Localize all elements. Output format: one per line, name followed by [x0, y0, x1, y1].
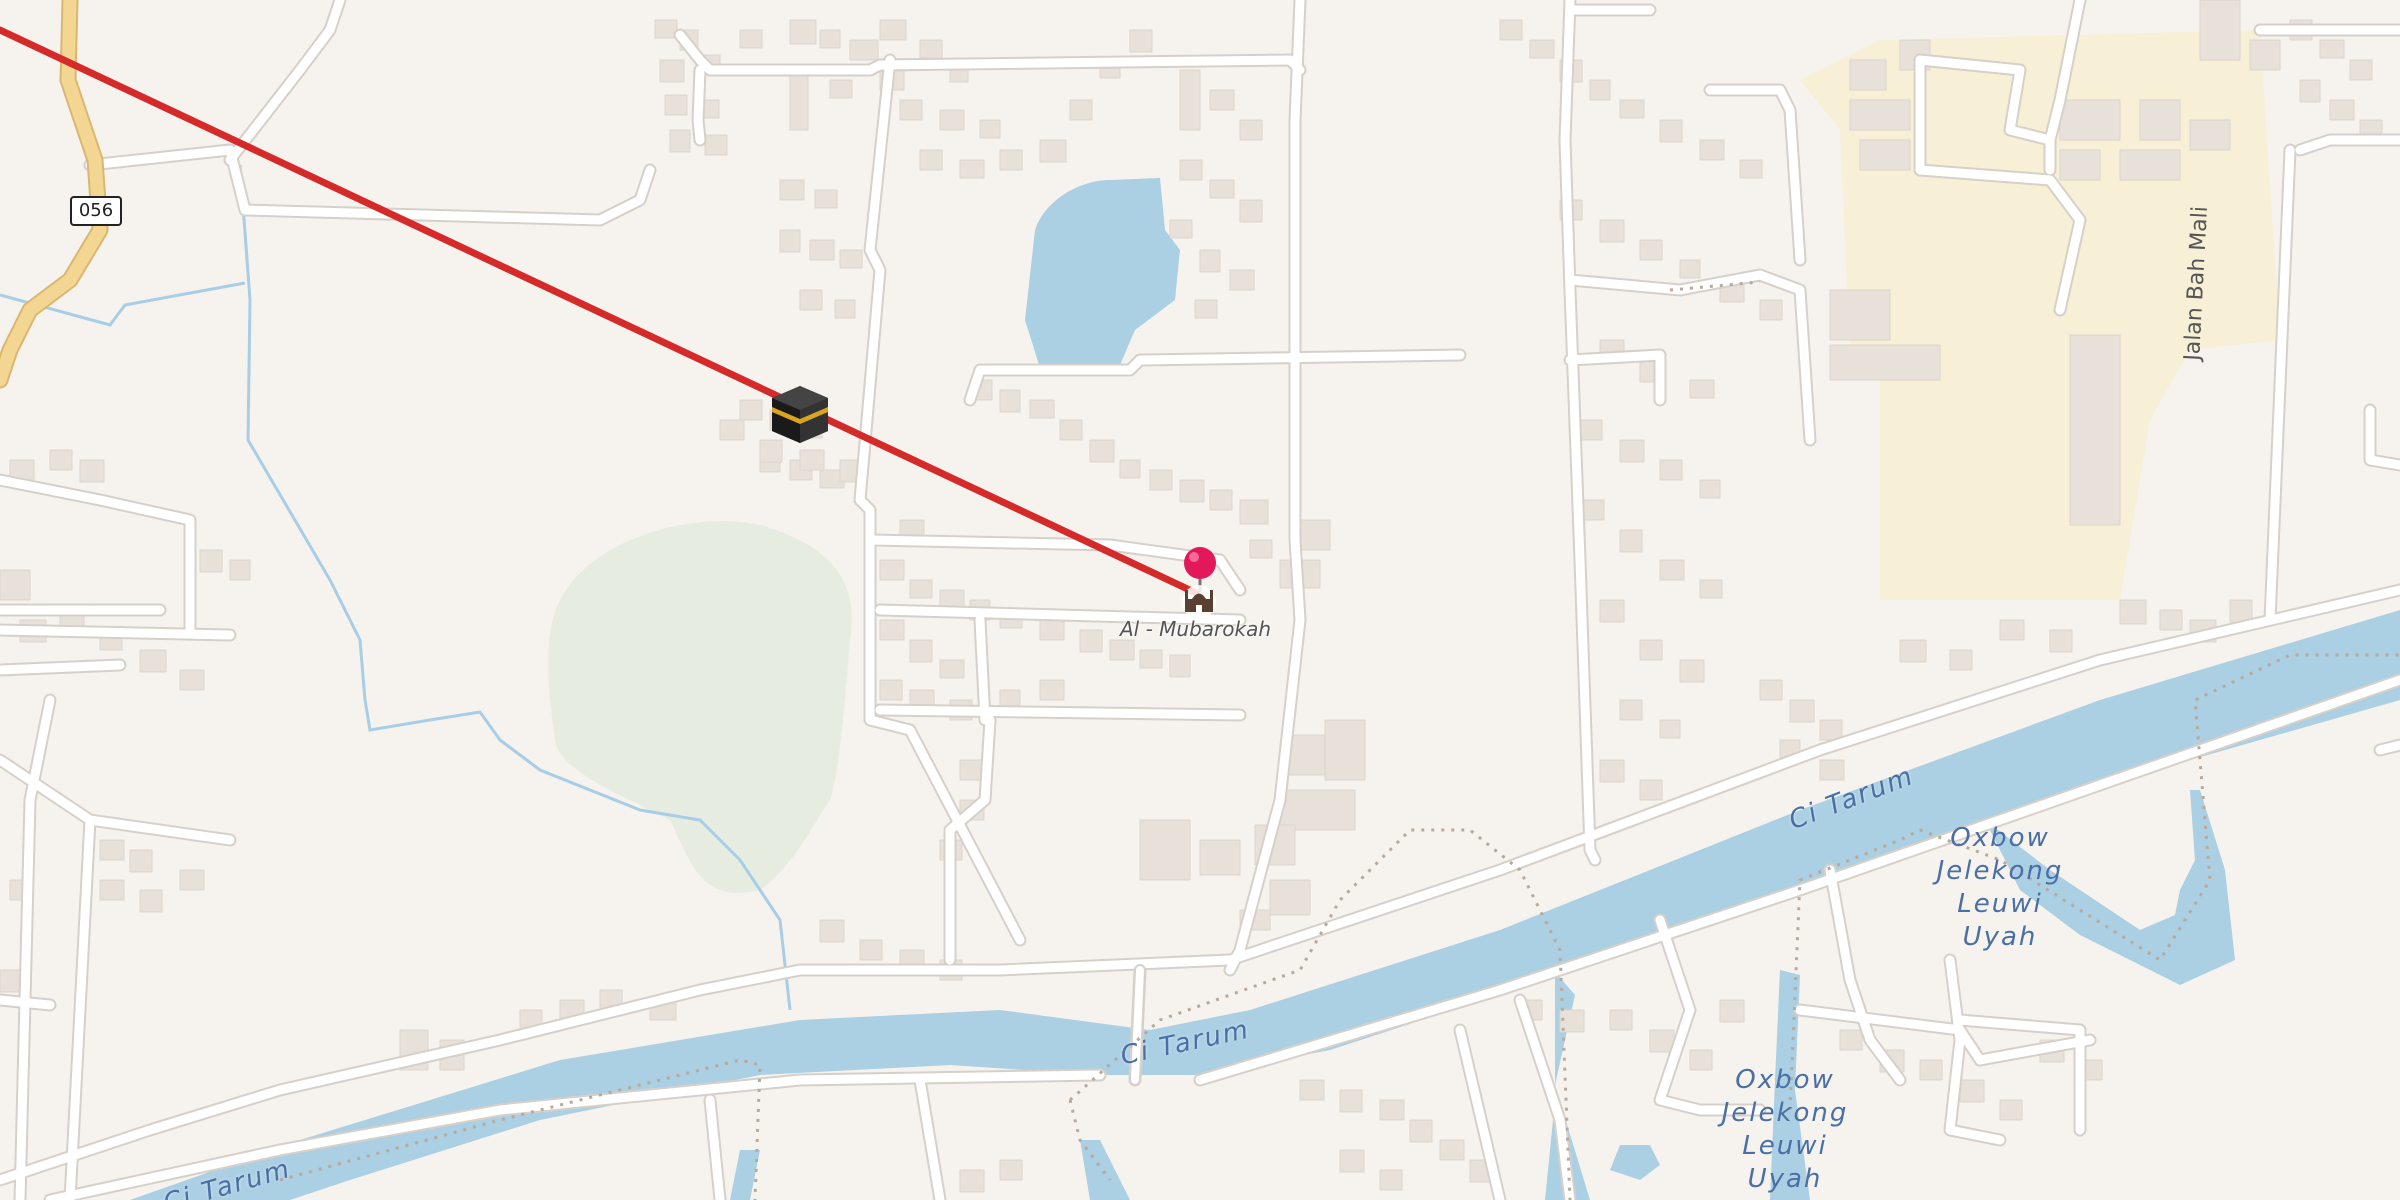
water-label-line: Leuwi [1742, 1131, 1828, 1161]
water-label-oxbow-jelekong: Oxbow Jelekong Leuwi Uyah [1705, 1064, 1865, 1196]
water-label-line: Oxbow [1735, 1065, 1835, 1095]
kaaba-icon [772, 386, 828, 443]
qibla-direction-line [0, 26, 1200, 597]
water-label-line: Uyah [1962, 922, 2038, 952]
poi-label-al-mubarokah[interactable]: Al - Mubarokah [1120, 617, 1271, 641]
road-shield-056: 056 [70, 196, 122, 226]
water-label-line: Jelekong [1721, 1098, 1849, 1128]
pond [1025, 178, 1180, 368]
mosque-icon [1182, 585, 1216, 619]
map-layers [0, 0, 2400, 1200]
water-label-line: Leuwi [1957, 889, 2043, 919]
water-label-oxbow-jelekong: Oxbow Jelekong Leuwi Uyah [1920, 822, 2080, 954]
water-label-line: Oxbow [1950, 823, 2050, 853]
water-label-line: Jelekong [1936, 856, 2064, 886]
water-label-line: Uyah [1747, 1164, 1823, 1194]
park-area [548, 521, 852, 893]
map-canvas[interactable]: 056 Jalan Bah Mali Ci Tarum Ci Tarum Ci … [0, 0, 2400, 1200]
